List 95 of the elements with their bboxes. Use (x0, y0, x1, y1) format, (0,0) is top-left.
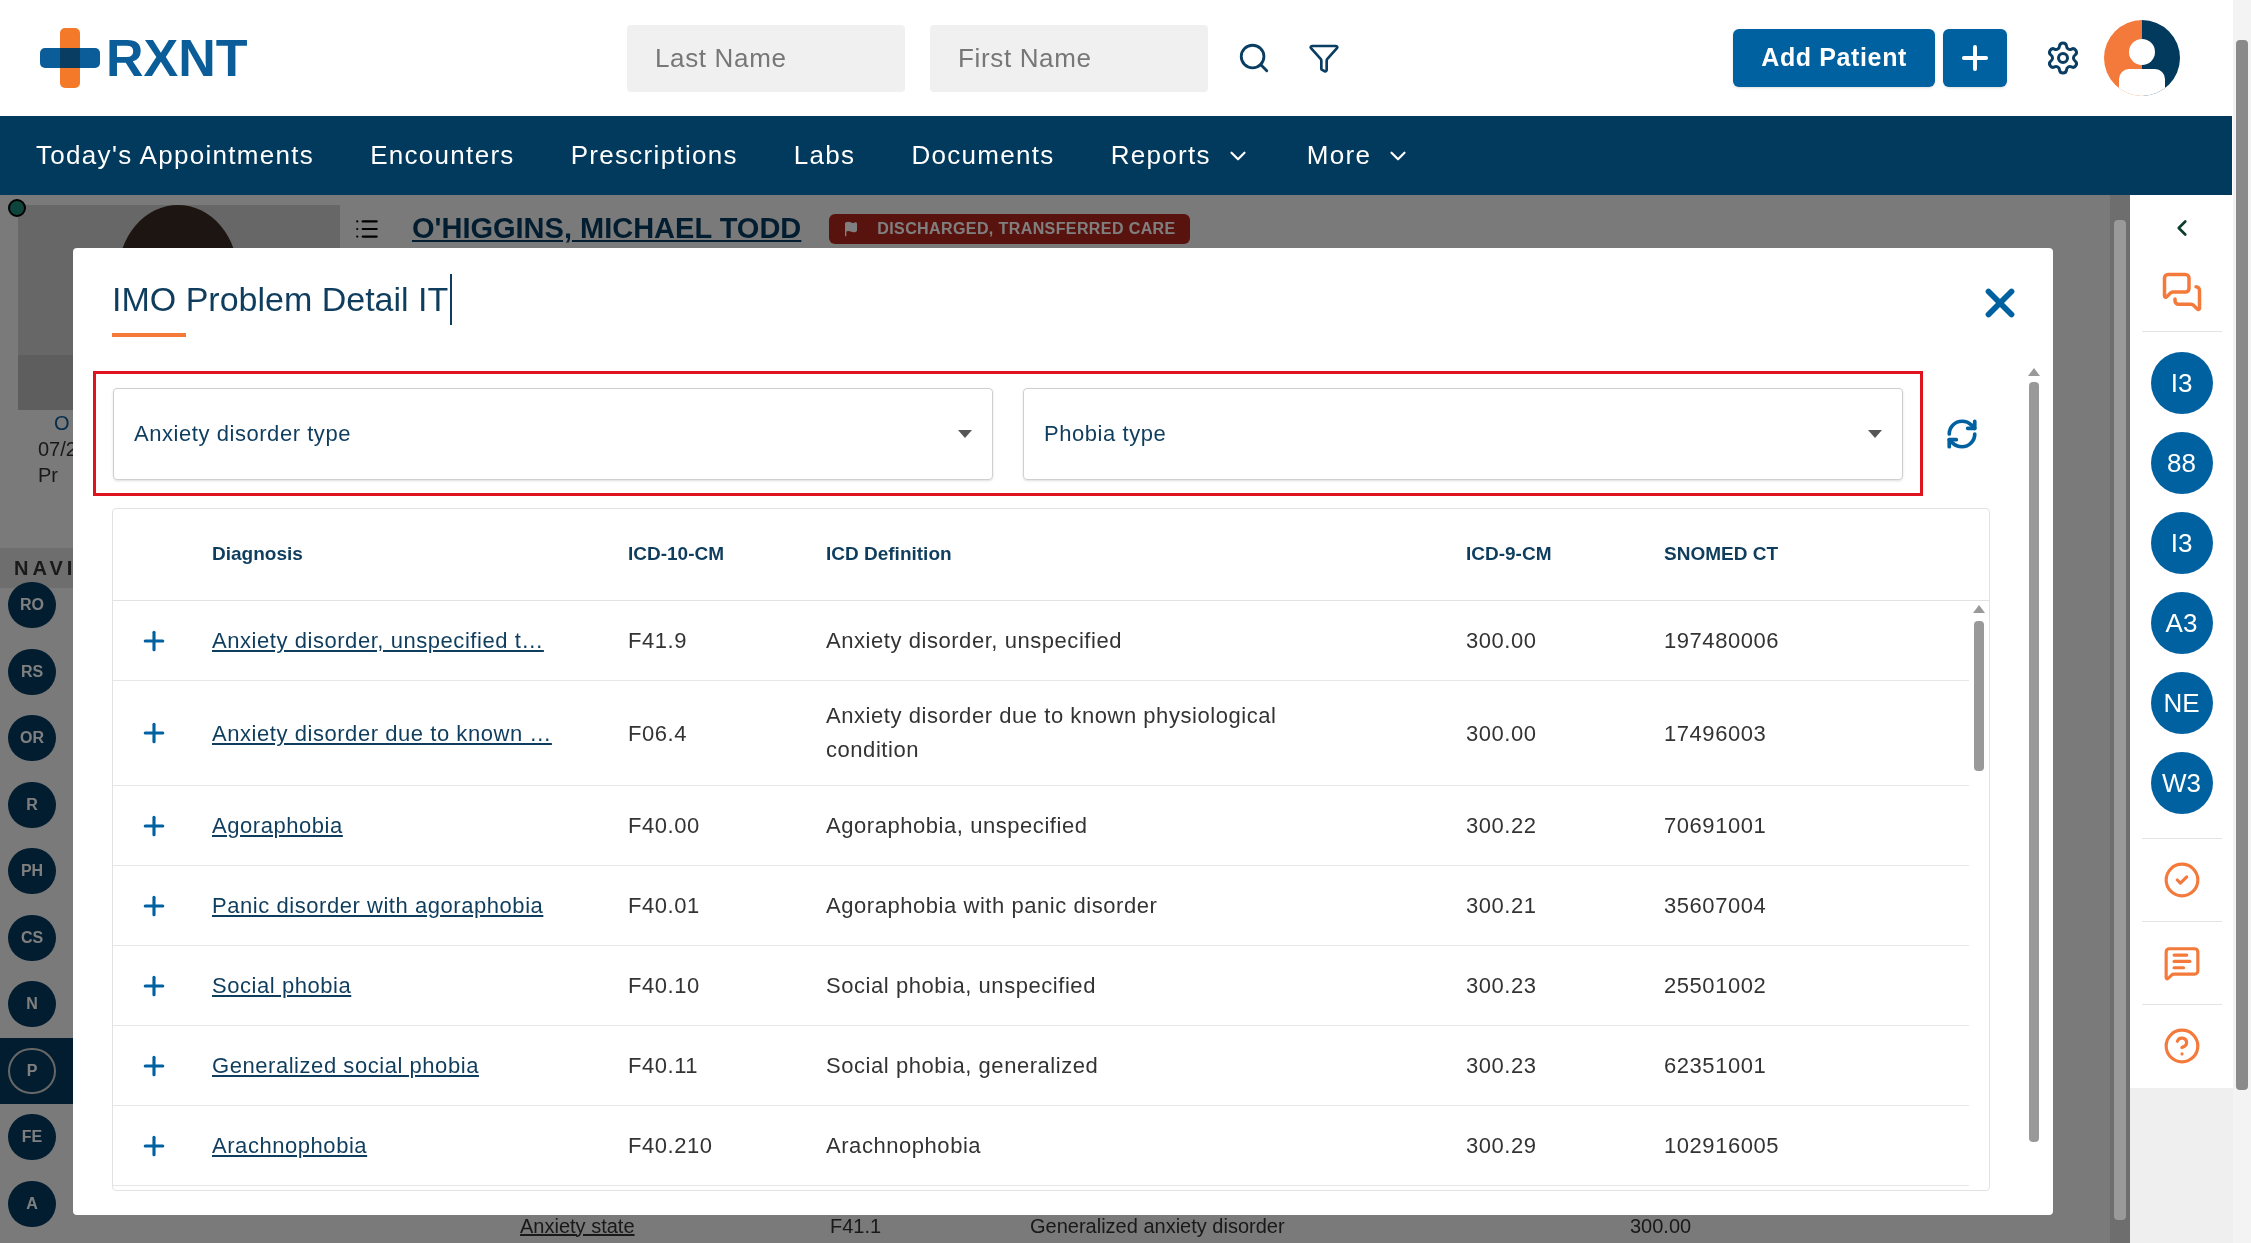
side-nav-item[interactable]: RS (0, 638, 73, 705)
search-field[interactable]: First Name (930, 24, 1208, 92)
table-cell-text: 300.00 (1465, 627, 1538, 655)
column-header: ICD-9-CM (1465, 542, 1553, 567)
patient-info-text: Pr (38, 463, 58, 488)
table-cell-text: 62351001 (1663, 1052, 1768, 1080)
diagnosis-link[interactable]: Social phobia (201, 969, 363, 1002)
table-cell-text: Agoraphobia, unspecified (825, 811, 1089, 840)
nav-item[interactable]: Labs (793, 136, 856, 175)
rail-badge[interactable]: A3 (2150, 592, 2213, 654)
table-cell-text: 17496003 (1663, 719, 1768, 748)
diagnosis-link[interactable]: Panic disorder with agoraphobia (201, 889, 555, 922)
scroll-up-icon[interactable] (2028, 368, 2040, 376)
table-cell-text: F40.00 (627, 812, 701, 840)
table-cell-text: F40.01 (627, 892, 701, 920)
nav-item[interactable]: Encounters (370, 136, 515, 175)
side-nav-item[interactable]: R (0, 771, 73, 838)
nav-item[interactable]: More (1306, 136, 1412, 175)
table-cell-text: 35607004 (1663, 892, 1768, 920)
table-cell-text: 70691001 (1663, 812, 1768, 840)
help-icon[interactable] (2162, 1027, 2201, 1065)
logo-icon (40, 28, 100, 88)
table-cell-text: 300.23 (1465, 972, 1538, 1000)
nav-item[interactable]: Reports (1110, 136, 1251, 175)
side-nav-item[interactable]: OR (0, 705, 73, 772)
table-cell-text: 300.22 (1465, 812, 1538, 840)
dropdown-caret-icon (958, 429, 972, 438)
avatar-icon[interactable] (2103, 19, 2181, 97)
table-cell-text: F40.11 (627, 1052, 700, 1080)
table-cell-text: Agoraphobia with panic disorder (825, 891, 1159, 920)
nav-item[interactable]: Prescriptions (570, 136, 738, 175)
status-badge: DISCHARGED, TRANSFERRED CARE (829, 213, 1190, 244)
rail-badge[interactable]: W3 (2150, 752, 2213, 814)
scrollbar-thumb[interactable] (1974, 621, 1984, 771)
side-nav-item[interactable]: FE (0, 1104, 73, 1171)
scrollbar-thumb[interactable] (2029, 382, 2039, 1142)
table-cell-text: F41.9 (627, 627, 688, 655)
diagnosis-link[interactable]: Arachnophobia (201, 1129, 379, 1162)
side-nav-item[interactable]: A (0, 1170, 73, 1237)
filter-icon[interactable] (1308, 42, 1340, 74)
scrollbar[interactable] (2110, 195, 2130, 1243)
side-nav-item[interactable]: CS (0, 904, 73, 971)
side-nav-item[interactable]: N (0, 971, 73, 1038)
nav-item[interactable]: Documents (911, 136, 1055, 175)
table-cell-text: Social phobia, generalized (825, 1051, 1100, 1080)
column-header: ICD-10-CM (627, 542, 726, 567)
table-cell-text: F40.210 (627, 1132, 714, 1160)
table-cell-text: 300.23 (1465, 1052, 1538, 1080)
add-button[interactable] (1943, 29, 2007, 87)
diagnosis-link[interactable]: Anxiety disorder, unspecified t… (201, 624, 555, 657)
diagnosis-link[interactable]: Anxiety state (370, 1214, 760, 1237)
table-cell-text: Social phobia, unspecified (825, 971, 1097, 1000)
patient-info-text: O (53, 411, 70, 436)
page-scrollbar[interactable] (2233, 0, 2251, 1243)
check-circle-icon[interactable] (2162, 861, 2201, 899)
rail-badge[interactable]: I3 (2150, 512, 2213, 574)
logo-text: RXNT (106, 32, 248, 84)
search-icon[interactable] (1237, 41, 1271, 75)
diagnosis-link[interactable]: Agoraphobia (201, 809, 354, 842)
table-cell-text: 300.00 (1465, 719, 1538, 748)
column-header: SNOMED CT (1663, 542, 1779, 567)
table-cell-text: 25501002 (1663, 972, 1768, 1000)
table-cell-text: Anxiety disorder, unspecified (825, 626, 1123, 655)
patient-name[interactable]: O'HIGGINS, MICHAEL TODD (412, 207, 802, 251)
table-cell-text: Anxiety disorder due to known physiological condition (825, 702, 1278, 764)
filter-dropdown[interactable]: Phobia type (1023, 387, 1903, 480)
nav-item[interactable]: Today's Appointments (36, 136, 315, 175)
table-cell-text: 300.29 (1465, 1132, 1538, 1160)
rail-badge[interactable]: 88 (2150, 432, 2213, 494)
table-cell-text: Arachnophobia (825, 1131, 983, 1160)
add-patient-button[interactable]: Add Patient (1733, 29, 1935, 87)
dropdown-caret-icon (1868, 429, 1882, 438)
message-icon[interactable] (2162, 944, 2201, 982)
side-nav-item[interactable]: P (0, 1037, 73, 1104)
diagnosis-link[interactable]: Generalized social phobia (201, 1049, 490, 1082)
column-header: ICD Definition (825, 542, 953, 567)
table-cell-text: 300.00 (1629, 1214, 1692, 1237)
scroll-up-icon[interactable] (1973, 605, 1985, 613)
settings-icon[interactable] (2045, 40, 2081, 76)
filter-dropdown[interactable]: Anxiety disorder type (113, 387, 993, 480)
chat-icon[interactable] (2160, 271, 2203, 313)
diagnosis-link[interactable]: Anxiety disorder due to known … (201, 716, 563, 750)
rail-badge[interactable]: I3 (2150, 352, 2213, 414)
table-cell-text: F06.4 (627, 719, 688, 748)
side-nav-item[interactable]: PH (0, 838, 73, 905)
rail-badge[interactable]: NE (2150, 672, 2213, 734)
table-cell-text: 197480006 (1663, 627, 1781, 655)
search-field[interactable]: Last Name (627, 24, 905, 92)
table-cell-text: 102916005 (1663, 1132, 1781, 1160)
table-cell-text: 300.21 (1465, 892, 1538, 920)
refresh-icon[interactable] (1945, 416, 1979, 451)
table-cell-text: F40.10 (627, 972, 701, 1000)
table-cell-text: F41.1 (829, 1214, 883, 1237)
table-cell-text: Generalized anxiety disorder (1029, 1214, 1286, 1237)
dialog-title: IMO Problem Detail IT (112, 274, 453, 325)
